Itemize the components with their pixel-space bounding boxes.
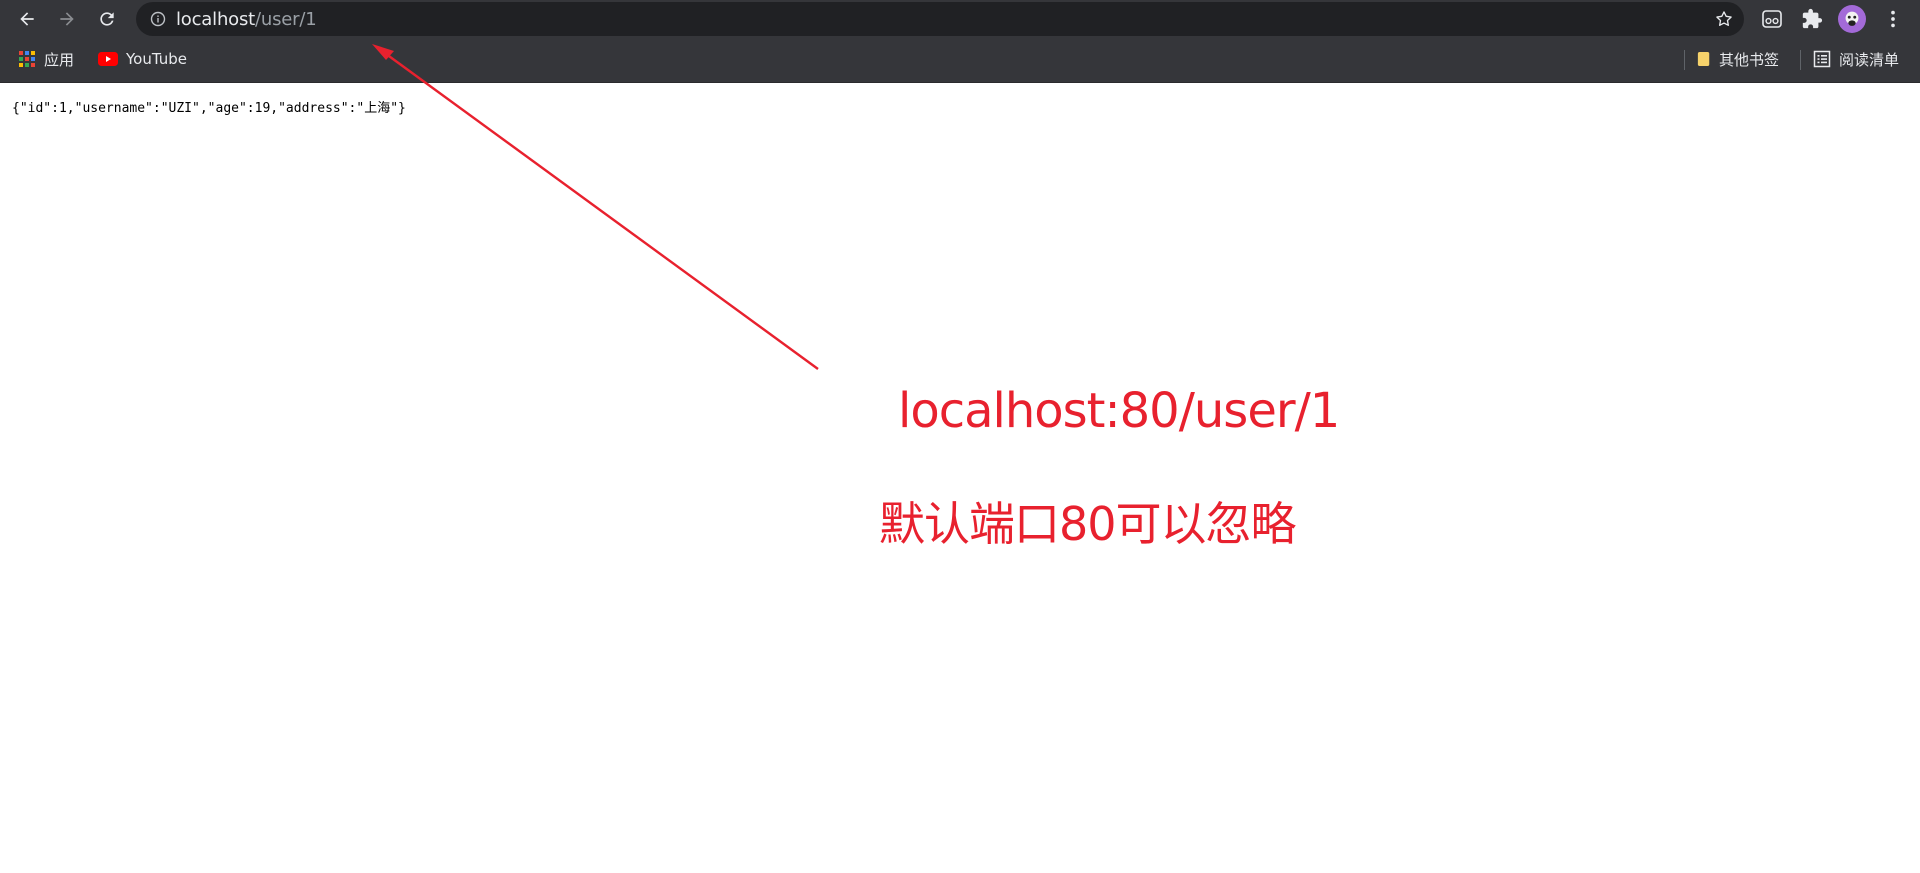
more-vertical-icon <box>1891 10 1895 28</box>
other-bookmarks-folder[interactable]: 其他书签 <box>1697 47 1779 71</box>
bookmark-youtube[interactable]: YouTube <box>98 47 187 71</box>
extensions-puzzle-icon[interactable] <box>1799 6 1825 32</box>
profile-avatar[interactable] <box>1838 5 1866 33</box>
arrow-right-icon <box>60 12 74 26</box>
profile-avatar-icon <box>1845 11 1859 26</box>
reading-list-button[interactable]: 阅读清单 <box>1813 47 1899 71</box>
url-host: localhost <box>176 9 255 30</box>
back-button[interactable] <box>11 3 43 35</box>
reading-list-label: 阅读清单 <box>1839 50 1900 69</box>
chrome-menu-button[interactable] <box>1880 6 1906 32</box>
bookmarks-divider <box>1684 50 1685 70</box>
annotation-port-note: 默认端口80可以忽略 <box>879 497 1297 551</box>
forward-button[interactable] <box>51 3 83 35</box>
address-bar[interactable]: localhost/user/1 <box>136 2 1744 36</box>
browser-toolbar: localhost/user/1 <box>0 0 1920 38</box>
reload-button[interactable] <box>91 3 123 35</box>
bookmark-star-icon[interactable] <box>1714 9 1734 29</box>
info-icon[interactable] <box>150 11 166 27</box>
apps-grid-icon <box>18 50 36 68</box>
bookmarks-bar: 应用 YouTube 其他书签 阅读清单 <box>0 38 1920 83</box>
json-response: {"id":1,"username":"UZI","age":19,"addre… <box>12 101 406 116</box>
other-bookmarks-label: 其他书签 <box>1719 50 1780 69</box>
reading-list-icon <box>1813 50 1831 68</box>
bookmark-apps-label: 应用 <box>44 50 75 69</box>
youtube-icon <box>98 52 118 66</box>
bookmarks-divider <box>1800 50 1801 70</box>
arrow-left-icon <box>20 12 34 26</box>
incognito-extension-icon[interactable] <box>1759 6 1785 32</box>
bookmark-apps[interactable]: 应用 <box>18 47 74 71</box>
reload-icon <box>100 12 114 26</box>
url-path: /user/1 <box>255 9 317 30</box>
annotation-url-note: localhost:80/user/1 <box>898 383 1340 439</box>
folder-icon <box>1697 50 1711 68</box>
bookmark-youtube-label: YouTube <box>126 50 187 68</box>
url-text[interactable]: localhost/user/1 <box>176 9 317 30</box>
